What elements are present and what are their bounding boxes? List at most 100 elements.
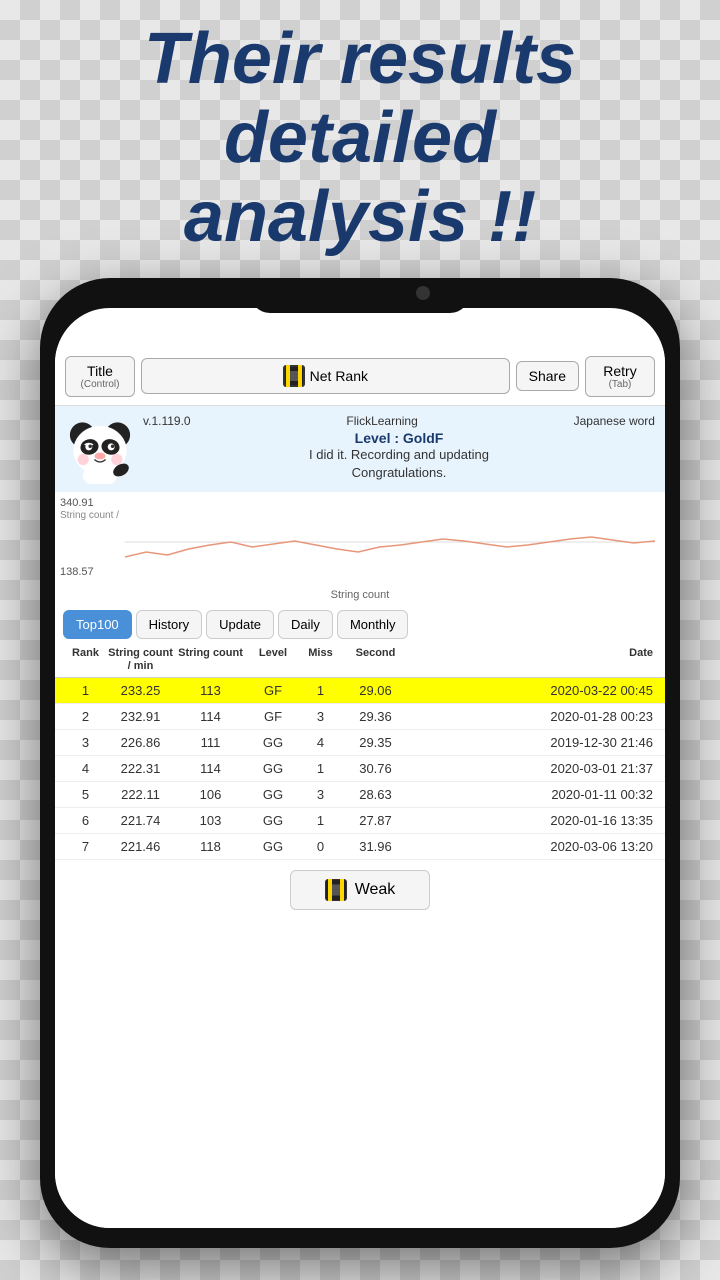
chart-x-label: String count bbox=[65, 589, 655, 601]
table-row[interactable]: 4 222.31 114 GG 1 30.76 2020-03-01 21:37 bbox=[55, 756, 665, 782]
table-row[interactable]: 2 232.91 114 GF 3 29.36 2020-01-28 00:23 bbox=[55, 704, 665, 730]
cell-miss: 3 bbox=[298, 709, 343, 724]
title-label: Title bbox=[87, 363, 113, 379]
cell-miss: 4 bbox=[298, 735, 343, 750]
screen-content: Title (Control) Net Rank bbox=[55, 348, 665, 1228]
cell-rank: 7 bbox=[63, 839, 108, 854]
table-row[interactable]: 3 226.86 111 GG 4 29.35 2019-12-30 21:46 bbox=[55, 730, 665, 756]
tab-daily[interactable]: Daily bbox=[278, 610, 333, 639]
retry-sub: (Tab) bbox=[598, 379, 642, 390]
cell-sc: 118 bbox=[173, 839, 248, 854]
tab-daily-label: Daily bbox=[291, 617, 320, 632]
info-text: v.1.119.0 FlickLearning Japanese word Le… bbox=[143, 414, 655, 482]
app-name: FlickLearning bbox=[346, 414, 417, 428]
cell-second: 28.63 bbox=[343, 787, 408, 802]
toolbar: Title (Control) Net Rank bbox=[55, 348, 665, 406]
cell-date: 2020-03-01 21:37 bbox=[408, 761, 657, 776]
cell-sc-min: 222.11 bbox=[108, 787, 173, 802]
weak-button[interactable]: Weak bbox=[290, 870, 430, 910]
cell-level: GG bbox=[248, 761, 298, 776]
cell-miss: 1 bbox=[298, 813, 343, 828]
phone-camera bbox=[416, 286, 430, 300]
tab-history-label: History bbox=[149, 617, 189, 632]
cell-date: 2019-12-30 21:46 bbox=[408, 735, 657, 750]
cell-rank: 6 bbox=[63, 813, 108, 828]
table-row[interactable]: 1 233.25 113 GF 1 29.06 2020-03-22 00:45 bbox=[55, 678, 665, 704]
cell-level: GG bbox=[248, 787, 298, 802]
cell-second: 29.06 bbox=[343, 683, 408, 698]
table-header: Rank String count / min String count Lev… bbox=[55, 643, 665, 678]
tab-history[interactable]: History bbox=[136, 610, 202, 639]
cell-rank: 5 bbox=[63, 787, 108, 802]
film-icon bbox=[283, 365, 305, 387]
phone-container: Title (Control) Net Rank bbox=[40, 278, 680, 1248]
header-level: Level bbox=[248, 647, 298, 673]
net-rank-button[interactable]: Net Rank bbox=[141, 358, 510, 394]
cell-sc: 106 bbox=[173, 787, 248, 802]
cell-sc-min: 233.25 bbox=[108, 683, 173, 698]
weak-film-icon bbox=[325, 879, 347, 901]
japanese-word: Japanese word bbox=[574, 414, 655, 428]
header-date: Date bbox=[408, 647, 657, 673]
header-miss: Miss bbox=[298, 647, 343, 673]
retry-label: Retry bbox=[603, 363, 636, 379]
header-sc: String count bbox=[173, 647, 248, 673]
cell-date: 2020-03-22 00:45 bbox=[408, 683, 657, 698]
cell-date: 2020-03-06 13:20 bbox=[408, 839, 657, 854]
cell-level: GG bbox=[248, 813, 298, 828]
cell-rank: 1 bbox=[63, 683, 108, 698]
phone-notch bbox=[250, 278, 470, 313]
cell-date: 2020-01-11 00:32 bbox=[408, 787, 657, 802]
chart-y-labels: 340.91 String count / 138.57 bbox=[60, 497, 119, 578]
cell-level: GG bbox=[248, 839, 298, 854]
cell-second: 31.96 bbox=[343, 839, 408, 854]
chart-area bbox=[125, 497, 655, 587]
tab-monthly-label: Monthly bbox=[350, 617, 396, 632]
table-row[interactable]: 7 221.46 118 GG 0 31.96 2020-03-06 13:20 bbox=[55, 834, 665, 860]
chart-section: 340.91 String count / 138.57 String coun… bbox=[55, 492, 665, 602]
headline-line2: detailed bbox=[224, 98, 496, 178]
retry-button[interactable]: Retry (Tab) bbox=[585, 356, 655, 397]
cell-second: 29.36 bbox=[343, 709, 408, 724]
tab-update[interactable]: Update bbox=[206, 610, 274, 639]
info-meta: v.1.119.0 FlickLearning Japanese word bbox=[143, 414, 655, 428]
tab-top100-label: Top100 bbox=[76, 617, 119, 632]
headline: Their results detailed analysis !! bbox=[0, 0, 720, 268]
chart-y-top: 340.91 bbox=[60, 497, 119, 509]
share-button[interactable]: Share bbox=[516, 361, 579, 391]
tab-monthly[interactable]: Monthly bbox=[337, 610, 409, 639]
cell-sc-min: 226.86 bbox=[108, 735, 173, 750]
cell-miss: 1 bbox=[298, 761, 343, 776]
cell-sc: 114 bbox=[173, 761, 248, 776]
headline-line1: Their results bbox=[144, 19, 576, 99]
info-section: v.1.119.0 FlickLearning Japanese word Le… bbox=[55, 406, 665, 492]
phone-screen: Title (Control) Net Rank bbox=[55, 308, 665, 1228]
cell-sc: 113 bbox=[173, 683, 248, 698]
level-text: Level : GoldF bbox=[143, 430, 655, 446]
title-sub: (Control) bbox=[78, 379, 122, 390]
header-sc-min: String count / min bbox=[108, 647, 173, 673]
title-button[interactable]: Title (Control) bbox=[65, 356, 135, 397]
cell-second: 27.87 bbox=[343, 813, 408, 828]
version-text: v.1.119.0 bbox=[143, 414, 191, 428]
phone-frame: Title (Control) Net Rank bbox=[40, 278, 680, 1248]
cell-rank: 4 bbox=[63, 761, 108, 776]
cell-miss: 3 bbox=[298, 787, 343, 802]
cell-rank: 2 bbox=[63, 709, 108, 724]
cell-date: 2020-01-16 13:35 bbox=[408, 813, 657, 828]
table-row[interactable]: 6 221.74 103 GG 1 27.87 2020-01-16 13:35 bbox=[55, 808, 665, 834]
cell-rank: 3 bbox=[63, 735, 108, 750]
cell-sc-min: 221.74 bbox=[108, 813, 173, 828]
cell-sc: 103 bbox=[173, 813, 248, 828]
tab-top100[interactable]: Top100 bbox=[63, 610, 132, 639]
table-row[interactable]: 5 222.11 106 GG 3 28.63 2020-01-11 00:32 bbox=[55, 782, 665, 808]
tab-update-label: Update bbox=[219, 617, 261, 632]
chart-y-bottom: 138.57 bbox=[60, 566, 119, 578]
net-rank-label: Net Rank bbox=[310, 368, 368, 384]
panda-avatar bbox=[65, 414, 135, 484]
chart-y-label: String count / bbox=[60, 510, 119, 521]
cell-sc: 114 bbox=[173, 709, 248, 724]
cell-level: GF bbox=[248, 709, 298, 724]
cell-second: 30.76 bbox=[343, 761, 408, 776]
table-rows: 1 233.25 113 GF 1 29.06 2020-03-22 00:45… bbox=[55, 678, 665, 860]
